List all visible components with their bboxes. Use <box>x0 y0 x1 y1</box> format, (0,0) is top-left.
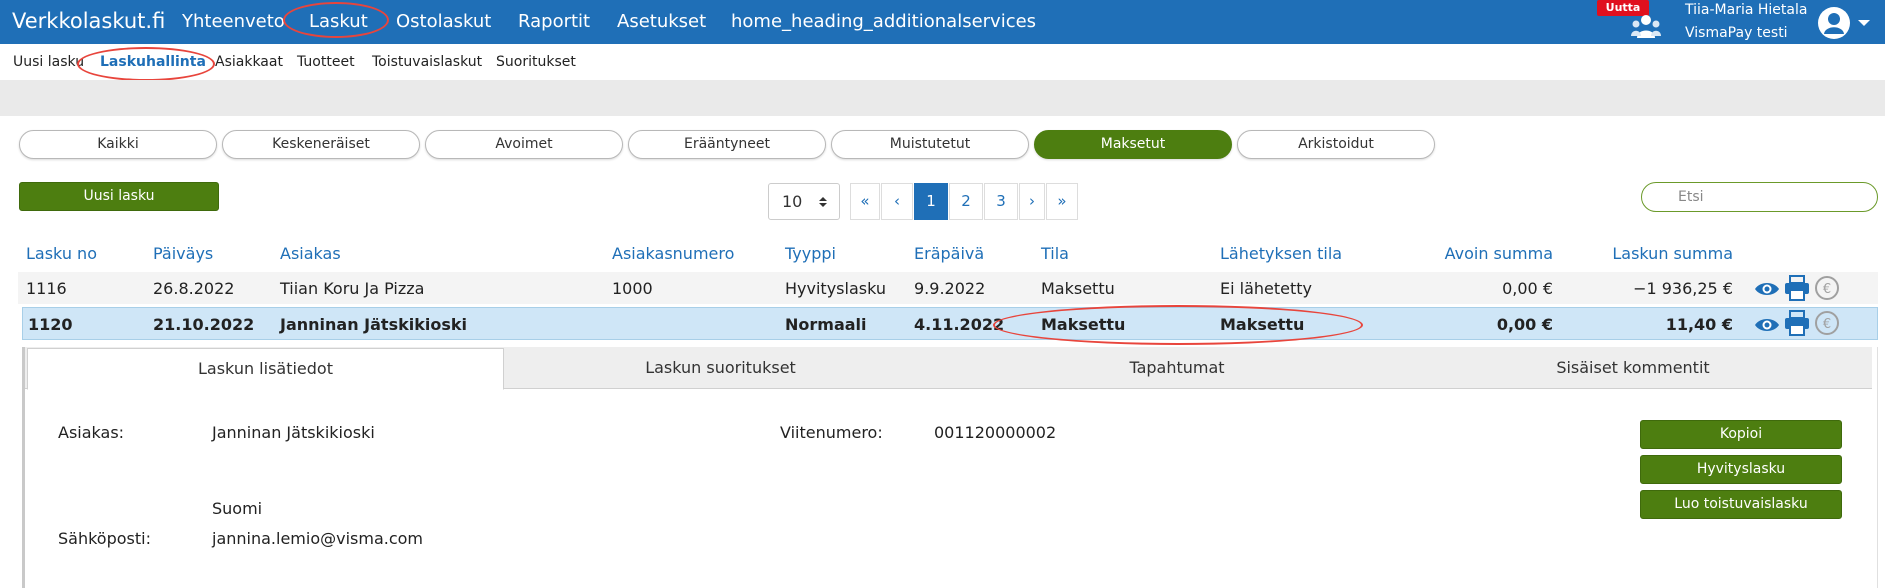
pager-prev[interactable]: ‹ <box>881 183 913 220</box>
print-icon[interactable] <box>1784 310 1810 336</box>
email-value: jannina.lemio@visma.com <box>212 529 424 548</box>
subnav-suoritukset[interactable]: Suoritukset <box>496 54 576 70</box>
cell-send-status: Ei lähetetty <box>1220 279 1313 298</box>
cell-date: 26.8.2022 <box>153 279 235 298</box>
print-icon[interactable] <box>1784 275 1810 301</box>
page-band <box>0 80 1885 116</box>
reference-label: Viitenumero: <box>780 423 883 442</box>
cell-invoice-no: 1116 <box>26 279 67 298</box>
cell-due-date: 9.9.2022 <box>914 279 986 298</box>
cell-invoice-no: 1120 <box>28 315 73 334</box>
copy-button[interactable]: Kopioi <box>1640 420 1842 449</box>
subnav-toistuvaislaskut[interactable]: Toistuvaislaskut <box>372 54 482 70</box>
col-avoin-summa[interactable]: Avoin summa <box>1400 244 1553 263</box>
reference-value: 001120000002 <box>934 423 1057 442</box>
nav-asetukset[interactable]: Asetukset <box>617 11 706 32</box>
users-icon[interactable] <box>1631 14 1661 38</box>
filter-muistutetut[interactable]: Muistutetut <box>831 130 1029 159</box>
col-tila[interactable]: Tila <box>1041 244 1069 263</box>
subnav-uusi-lasku[interactable]: Uusi lasku <box>13 54 84 70</box>
filter-kaikki[interactable]: Kaikki <box>19 130 217 159</box>
customer-label: Asiakas: <box>58 423 125 442</box>
cell-status: Maksettu <box>1041 279 1115 298</box>
nav-additional-services[interactable]: home_heading_additionalservices <box>731 11 1036 32</box>
pager-page-1[interactable]: 1 <box>914 183 948 220</box>
col-erapaiva[interactable]: Eräpäivä <box>914 244 984 263</box>
highlight-oval-laskuhallinta <box>77 47 215 81</box>
cell-due-date: 4.11.2022 <box>914 315 1005 334</box>
new-invoice-button[interactable]: Uusi lasku <box>19 182 219 211</box>
cell-customer: Janninan Jätskikioski <box>280 315 467 334</box>
cell-customer-number: 1000 <box>612 279 653 298</box>
euro-icon[interactable]: € <box>1814 275 1840 300</box>
brand-logo[interactable]: Verkkolaskut.fi <box>12 9 165 33</box>
cell-date: 21.10.2022 <box>153 315 255 334</box>
col-lasku-no[interactable]: Lasku no <box>26 244 97 263</box>
per-page-select[interactable]: 10 <box>768 183 840 220</box>
user-avatar-icon[interactable] <box>1817 6 1851 40</box>
user-name: Tiia-Maria Hietala <box>1685 2 1808 18</box>
subnav-asiakkaat[interactable]: Asiakkaat <box>215 54 283 70</box>
cell-open-amount: 0,00 € <box>1496 315 1553 334</box>
subnav-tuotteet[interactable]: Tuotteet <box>297 54 355 70</box>
pager-page-3[interactable]: 3 <box>984 183 1018 220</box>
eye-icon[interactable] <box>1754 313 1780 337</box>
chevron-down-icon[interactable] <box>1857 18 1871 28</box>
nav-yhteenveto[interactable]: Yhteenveto <box>182 11 285 32</box>
search-input[interactable] <box>1641 182 1878 212</box>
pager-first[interactable]: « <box>850 183 880 220</box>
email-label: Sähköposti: <box>58 529 151 548</box>
nav-raportit[interactable]: Raportit <box>518 11 590 32</box>
cell-invoice-amount: −1 936,25 € <box>1633 279 1733 298</box>
col-asiakas[interactable]: Asiakas <box>280 244 341 263</box>
sub-navigation: Uusi lasku Laskuhallinta Asiakkaat Tuott… <box>0 44 1885 80</box>
highlight-oval-laskut <box>283 2 389 38</box>
customer-country: Suomi <box>212 499 263 518</box>
col-tyyppi[interactable]: Tyyppi <box>785 244 836 263</box>
create-recurring-button[interactable]: Luo toistuvaislasku <box>1640 490 1842 519</box>
eye-icon[interactable] <box>1754 277 1780 301</box>
user-company: VismaPay testi <box>1685 25 1788 41</box>
filter-arkistoidut[interactable]: Arkistoidut <box>1237 130 1435 159</box>
credit-note-button[interactable]: Hyvityslasku <box>1640 455 1842 484</box>
tab-laskun-suoritukset[interactable]: Laskun suoritukset <box>504 348 937 390</box>
col-laskun-summa[interactable]: Laskun summa <box>1580 244 1733 263</box>
cell-type: Normaali <box>785 315 867 334</box>
tab-laskun-lisatiedot[interactable]: Laskun lisätiedot <box>27 348 504 390</box>
cell-customer: Tiian Koru Ja Pizza <box>280 279 425 298</box>
cell-invoice-amount: 11,40 € <box>1665 315 1733 334</box>
per-page-value: 10 <box>782 192 803 211</box>
tab-tapahtumat[interactable]: Tapahtumat <box>937 348 1417 390</box>
cell-type: Hyvityslasku <box>785 279 886 298</box>
pager-last[interactable]: » <box>1046 183 1078 220</box>
filter-maksetut[interactable]: Maksetut <box>1034 130 1232 159</box>
tab-sisaiset-kommentit[interactable]: Sisäiset kommentit <box>1417 348 1849 390</box>
svg-text:€: € <box>1823 282 1831 297</box>
euro-icon[interactable]: € <box>1814 310 1840 335</box>
pager-page-2[interactable]: 2 <box>949 183 983 220</box>
col-lahetyksen-tila[interactable]: Lähetyksen tila <box>1220 244 1342 263</box>
pager-next[interactable]: › <box>1019 183 1045 220</box>
svg-text:€: € <box>1823 317 1831 332</box>
col-paivays[interactable]: Päiväys <box>153 244 213 263</box>
customer-value: Janninan Jätskikioski <box>212 423 375 442</box>
filter-avoimet[interactable]: Avoimet <box>425 130 623 159</box>
col-asiakasnumero[interactable]: Asiakasnumero <box>612 244 734 263</box>
nav-ostolaskut[interactable]: Ostolaskut <box>396 11 491 32</box>
filter-eraantyneet[interactable]: Erääntyneet <box>628 130 826 159</box>
cell-open-amount: 0,00 € <box>1502 279 1553 298</box>
filter-keskeneraiset[interactable]: Keskeneräiset <box>222 130 420 159</box>
select-caret-icon <box>819 197 827 207</box>
highlight-oval-status <box>993 305 1363 345</box>
